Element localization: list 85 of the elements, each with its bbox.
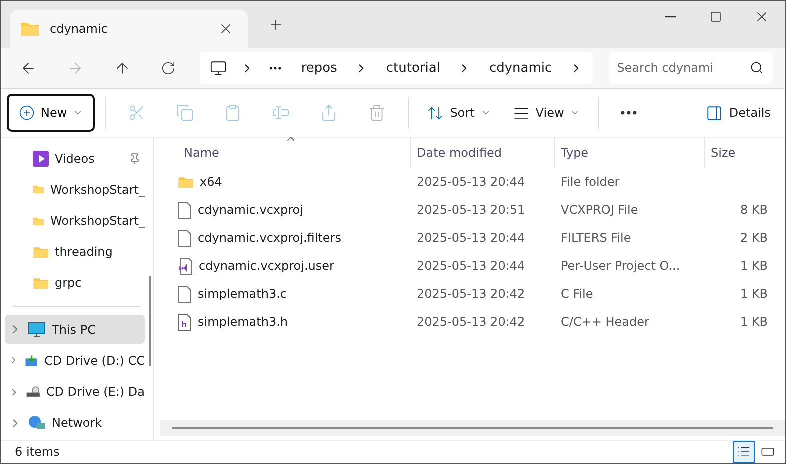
details-button[interactable]: Details	[698, 96, 779, 130]
file-name-cell[interactable]: cdynamic.vcxproj.filters	[160, 224, 410, 252]
date-cell-text: 2025-05-13 20:44	[416, 230, 526, 247]
item-count: 6 items	[15, 445, 60, 459]
share-icon	[320, 104, 338, 122]
rectangle-icon	[761, 445, 775, 459]
type-cell-text: FILTERS File	[560, 230, 632, 247]
size-cell-text: 1 KB	[739, 314, 769, 331]
file-name: cdynamic.vcxproj.user	[199, 259, 334, 273]
folder-icon	[33, 277, 49, 290]
file-name: cdynamic.vcxproj	[198, 203, 304, 217]
column-header[interactable]: Name	[160, 138, 410, 168]
file-name-cell[interactable]: x64	[160, 168, 410, 196]
view-button[interactable]: View	[504, 96, 588, 130]
type-cell-text: File folder	[560, 174, 621, 191]
column-header[interactable]: Date modified	[410, 138, 554, 168]
maximize-icon	[710, 11, 722, 23]
rename-icon	[272, 104, 290, 122]
document-icon	[178, 286, 192, 302]
details-pane-icon	[706, 104, 724, 122]
type-cell-text: Per-User Project O...	[560, 258, 682, 275]
file-name: simplemath3.h	[198, 315, 288, 329]
breadcrumb-item[interactable]: repos	[297, 60, 342, 76]
more-icon	[621, 111, 638, 115]
sidebar-item[interactable]: This PC	[5, 315, 145, 344]
search-field[interactable]: Search cdynami	[609, 52, 773, 84]
folder-icon	[33, 246, 49, 259]
size-cell-text: 8 KB	[739, 202, 769, 219]
breadcrumb-item[interactable]: ctutorial	[382, 60, 444, 76]
visual-studio-file-icon	[178, 258, 193, 274]
file-name-cell[interactable]: simplemath3.h	[160, 308, 410, 336]
type-cell-text: C/C++ Header	[560, 314, 650, 331]
file-name-cell[interactable]: simplemath3.c	[160, 280, 410, 308]
delete-icon	[368, 104, 386, 122]
date-cell-text: 2025-05-13 20:42	[416, 314, 526, 331]
file-name-cell[interactable]: cdynamic.vcxproj	[160, 196, 410, 224]
file-name: cdynamic.vcxproj.filters	[198, 231, 342, 245]
copy-icon	[176, 104, 194, 122]
sidebar-item[interactable]: Videos	[5, 144, 145, 174]
details-view-button[interactable]	[733, 441, 755, 463]
size-cell-text: 1 KB	[739, 258, 769, 275]
sidebar-item[interactable]: WorkshopStart_	[5, 175, 145, 204]
sidebar-item[interactable]: WorkshopStart_	[5, 206, 145, 236]
date-cell-text: 2025-05-13 20:44	[416, 174, 526, 191]
plus-icon	[19, 105, 35, 121]
breadcrumb-item[interactable]: cdynamic	[485, 60, 556, 76]
document-icon	[178, 202, 192, 218]
window-tab[interactable]: cdynamic	[10, 10, 248, 48]
video-icon	[33, 150, 49, 167]
search-icon	[750, 61, 764, 75]
size-cell-text: 2 KB	[739, 230, 769, 247]
file-name-cell[interactable]: cdynamic.vcxproj.user	[160, 252, 410, 280]
minimize-icon	[664, 16, 676, 18]
sidebar-item[interactable]: CD Drive (D:) CC	[5, 346, 145, 376]
refresh-icon	[161, 60, 176, 76]
folder-icon	[20, 21, 40, 37]
sidebar-item[interactable]: CD Drive (E:) Da	[5, 378, 145, 407]
drive-icon	[24, 352, 39, 369]
sort-icon	[427, 104, 444, 122]
column-header[interactable]: Type	[554, 138, 704, 168]
file-name: x64	[200, 175, 222, 189]
sidebar-item[interactable]: threading	[5, 238, 145, 267]
new-button[interactable]: New	[7, 94, 96, 132]
date-cell-text: 2025-05-13 20:51	[416, 202, 526, 219]
size-cell-text: 1 KB	[739, 286, 769, 303]
monitor-icon	[210, 60, 228, 76]
type-cell-text: C File	[560, 286, 594, 303]
header-file-icon	[178, 314, 192, 330]
file-name: simplemath3.c	[198, 287, 288, 301]
sort-button[interactable]: Sort	[419, 96, 499, 130]
network-icon	[28, 415, 46, 432]
date-cell-text: 2025-05-13 20:42	[416, 286, 526, 303]
monitor-icon	[28, 322, 46, 338]
paste-icon	[224, 104, 242, 122]
date-cell-text: 2025-05-13 20:44	[416, 258, 526, 275]
folder-icon	[178, 176, 194, 188]
cut-icon	[128, 104, 146, 122]
document-icon	[178, 230, 192, 246]
sidebar-item[interactable]: Network	[5, 408, 145, 438]
sidebar-item[interactable]: grpc	[5, 268, 145, 298]
address-bar[interactable]: repos ctutorial cdynamic	[200, 52, 594, 84]
type-cell-text: VCXPROJ File	[560, 202, 640, 219]
tab-title: cdynamic	[50, 22, 109, 36]
folder-icon	[33, 183, 44, 196]
column-header[interactable]: Size	[704, 138, 776, 168]
